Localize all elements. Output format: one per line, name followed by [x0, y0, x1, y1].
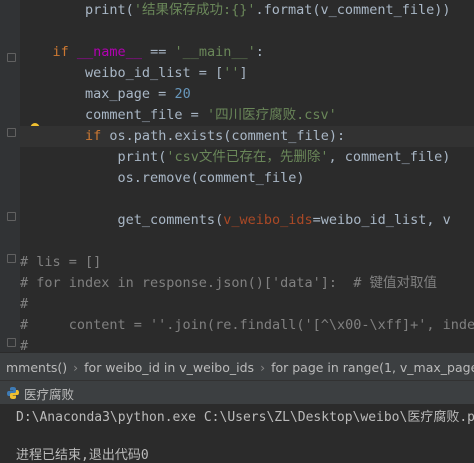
- breadcrumb-item[interactable]: for weibo_id in v_weibo_ids: [78, 360, 260, 375]
- code-token: print: [85, 2, 126, 18]
- console-command-line: D:\Anaconda3\python.exe C:\Users\ZL\Desk…: [16, 410, 474, 425]
- code-line[interactable]: # for index in response.json()['data']: …: [20, 273, 474, 294]
- code-token: if: [52, 44, 69, 60]
- console-exit-line: 进程已结束,退出代码0: [16, 448, 149, 463]
- code-token: # for index in response.json()['data']: …: [20, 275, 437, 291]
- code-token: # lis = []: [20, 254, 102, 270]
- code-token: 20: [174, 86, 191, 102]
- code-token: 'csv文件已存在，先删除': [166, 149, 329, 165]
- fold-marker[interactable]: [7, 338, 16, 347]
- breadcrumb: mments() › for weibo_id in v_weibo_ids ›…: [0, 352, 474, 381]
- code-line[interactable]: print('csv文件已存在，先删除', comment_file): [20, 147, 474, 168]
- code-token: '四川医疗腐败.csv': [206, 107, 337, 123]
- code-token: #: [20, 338, 29, 352]
- editor-gutter: [0, 0, 20, 352]
- code-line[interactable]: [20, 231, 474, 252]
- code-editor[interactable]: print('结果保存成功:{}'.format(v_comment_file)…: [0, 0, 474, 352]
- code-line[interactable]: if os.path.exists(comment_file):: [20, 126, 474, 147]
- code-line[interactable]: # content = ''.join(re.findall('[^\x00-\…: [20, 315, 474, 336]
- code-token: print: [117, 149, 159, 165]
- code-token: #: [20, 296, 29, 312]
- code-token: '': [223, 65, 240, 81]
- code-line[interactable]: max_page = 20: [20, 84, 474, 105]
- breadcrumb-item[interactable]: mments(): [0, 360, 73, 375]
- code-token: os.remove(comment_file): [20, 170, 305, 186]
- code-token: '__main__': [174, 44, 256, 60]
- code-token: comment_file =: [20, 107, 207, 123]
- code-token: if: [85, 128, 102, 144]
- code-token: max_page =: [20, 86, 175, 102]
- code-token: ]: [239, 65, 248, 81]
- code-token: weibo_id_list = [: [20, 65, 224, 81]
- code-token: __name__: [76, 44, 142, 60]
- code-token: , comment_file): [328, 149, 451, 165]
- code-token: get_comments(: [20, 212, 224, 228]
- code-token: ==: [141, 44, 175, 60]
- code-line[interactable]: # lis = []: [20, 252, 474, 273]
- code-line[interactable]: [20, 189, 474, 210]
- code-line[interactable]: [20, 21, 474, 42]
- code-token: .format(v_comment_file)): [255, 2, 451, 18]
- code-line[interactable]: comment_file = '四川医疗腐败.csv': [20, 105, 474, 126]
- code-token: v_weibo_ids: [223, 212, 313, 228]
- code-line[interactable]: print('结果保存成功:{}'.format(v_comment_file)…: [20, 0, 474, 21]
- run-tool-window-header: 医疗腐败: [0, 380, 474, 405]
- code-token: (: [125, 2, 134, 18]
- breadcrumb-item[interactable]: for page in range(1, v_max_page...: [265, 360, 474, 375]
- code-line[interactable]: os.remove(comment_file): [20, 168, 474, 189]
- code-line[interactable]: get_comments(v_weibo_ids=weibo_id_list, …: [20, 210, 474, 231]
- fold-marker[interactable]: [7, 53, 16, 62]
- code-token: # content = ''.join(re.findall('[^\x00-\…: [20, 317, 474, 333]
- fold-marker[interactable]: [7, 212, 16, 221]
- fold-marker[interactable]: [7, 128, 16, 137]
- code-line[interactable]: #: [20, 336, 474, 352]
- run-tab-label[interactable]: 医疗腐败: [24, 384, 74, 403]
- code-token: '结果保存成功:{}': [133, 2, 256, 18]
- code-line[interactable]: #: [20, 294, 474, 315]
- code-line[interactable]: if __name__ == '__main__':: [20, 42, 474, 63]
- code-token: :: [255, 44, 264, 60]
- code-line[interactable]: weibo_id_list = ['']: [20, 63, 474, 84]
- python-icon: [7, 387, 19, 399]
- fold-marker[interactable]: [7, 254, 16, 263]
- run-console[interactable]: D:\Anaconda3\python.exe C:\Users\ZL\Desk…: [0, 404, 474, 463]
- code-token: =weibo_id_list, v: [312, 212, 451, 228]
- code-token: os.path.exists(comment_file):: [101, 128, 346, 144]
